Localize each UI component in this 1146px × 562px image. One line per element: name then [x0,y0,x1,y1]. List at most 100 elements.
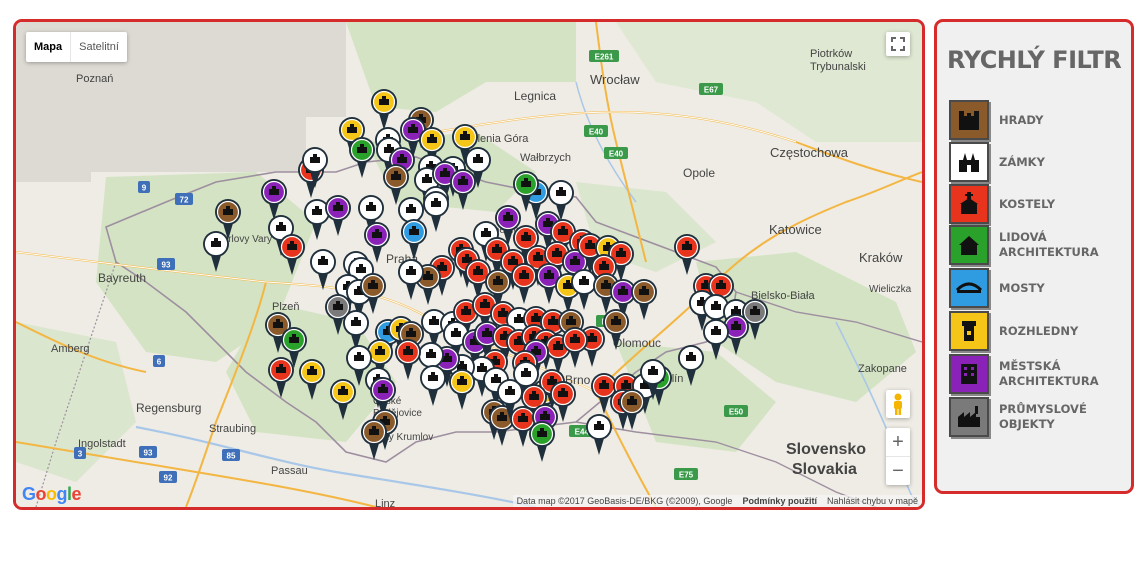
svg-text:85: 85 [227,452,236,461]
zoom-control: + − [886,428,910,485]
filter-label-line1: MĚSTSKÁ [999,359,1061,373]
svg-text:3: 3 [78,450,83,459]
filter-label-line1: ZÁMKY [999,154,1045,169]
place-label: Katowice [769,222,822,237]
filter-item-tower[interactable]: ROZHLEDNY [949,311,1078,351]
fullscreen-button[interactable] [886,32,910,56]
filter-label: PRŮMYSLOVÉ OBJEKTY [999,402,1087,432]
svg-text:E75: E75 [679,471,694,480]
svg-text:93: 93 [162,261,171,270]
street-view-pegman-button[interactable] [886,390,910,418]
place-label: Trybunalski [810,61,866,73]
quick-filter-panel: RYCHLÝ FILTR HRADY ZÁMKY KOSTELY LIDOVÁ ARCH… [934,19,1134,494]
road-shield: E75 [674,468,698,480]
filter-item-church[interactable]: KOSTELY [949,184,1055,224]
filter-label: HRADY [999,113,1043,128]
road-shield: 93 [139,446,157,458]
map-type-map-button[interactable]: Mapa [26,32,70,62]
castle-icon [949,100,989,140]
map-type-satellite-button[interactable]: Satelitní [70,32,127,62]
road-shield: 72 [175,193,193,205]
building-icon [949,354,989,394]
place-label: Legnica [514,89,556,103]
tower-icon [949,311,989,351]
road-shield: E67 [699,83,723,95]
filter-label: LIDOVÁ ARCHITEKTURA [999,230,1099,260]
pegman-icon [894,393,902,415]
filter-label: ZÁMKY [999,155,1045,170]
place-label: Bayreuth [98,271,146,285]
place-label: Straubing [209,423,256,435]
map-type-control: Mapa Satelitní [26,32,127,62]
place-label: Częstochowa [770,145,849,160]
place-label: Amberg [51,343,90,355]
church-icon [949,184,989,224]
chateau-icon [949,142,989,182]
road-shield: E40 [584,125,608,137]
svg-text:E261: E261 [595,53,614,62]
place-label: Opole [683,166,715,180]
filter-label-line1: KOSTELY [999,196,1056,211]
place-label: Linz [375,498,395,507]
report-error-link[interactable]: Nahlásit chybu v mapě [827,496,918,506]
basemap[interactable]: E261E67E40E40E462E50E75E4429729369392385… [16,22,922,507]
filter-label-line2: OBJEKTY [999,417,1055,431]
place-label: Wrocław [590,72,640,87]
place-label: Wieliczka [869,284,912,295]
filter-label-line2: ARCHITEKTURA [999,245,1099,259]
filter-label: MOSTY [999,281,1045,296]
place-label: Ingolstadt [78,438,126,450]
filter-label-line1: LIDOVÁ [999,230,1047,244]
filter-item-chateau[interactable]: ZÁMKY [949,142,1045,182]
road-shield: 85 [222,449,240,461]
filter-label: ROZHLEDNY [999,324,1078,339]
filter-label-line1: HRADY [999,112,1044,127]
filter-label-line1: ROZHLEDNY [999,323,1079,338]
svg-text:E40: E40 [609,150,624,159]
map-attribution: Data map ©2017 GeoBasis-DE/BKG (©2009), … [512,495,922,507]
svg-text:E40: E40 [589,128,604,137]
zoom-out-button[interactable]: − [886,456,910,485]
terms-link[interactable]: Podmínky použití [742,496,817,506]
place-label: Piotrków [810,48,852,60]
filter-label: KOSTELY [999,197,1055,212]
filter-label-line2: ARCHITEKTURA [999,374,1099,388]
filter-item-folk-house[interactable]: LIDOVÁ ARCHITEKTURA [949,225,1099,265]
svg-text:93: 93 [144,449,153,458]
place-label: Olomouc [613,336,661,350]
attribution-text: Data map ©2017 GeoBasis-DE/BKG (©2009), … [516,496,733,506]
filter-item-bridge[interactable]: MOSTY [949,268,1045,308]
road-shield: E261 [589,50,619,62]
place-label: Slovakia [792,461,857,478]
filter-label-line1: PRŮMYSLOVÉ [999,402,1087,416]
google-logo[interactable]: Google [22,484,82,505]
place-label: Slovensko [786,441,866,458]
road-shield: 92 [159,471,177,483]
road-shield: E40 [604,147,628,159]
filter-label: MĚSTSKÁ ARCHITEKTURA [999,359,1099,389]
svg-text:6: 6 [157,358,162,367]
filter-item-castle[interactable]: HRADY [949,100,1043,140]
bridge-icon [949,268,989,308]
svg-text:E67: E67 [704,86,719,95]
place-label: Wałbrzych [520,152,571,164]
place-label: Kraków [859,250,903,265]
filter-item-building[interactable]: MĚSTSKÁ ARCHITEKTURA [949,354,1099,394]
folk-house-icon [949,225,989,265]
place-label: Zakopane [858,363,907,375]
road-shield: 93 [157,258,175,270]
place-label: Bielsko-Biała [751,290,815,302]
svg-text:9: 9 [142,184,147,193]
road-shield: 6 [153,355,165,367]
factory-icon [949,397,989,437]
fullscreen-icon [891,37,905,51]
place-label: Plzeň [272,301,300,313]
filter-item-factory[interactable]: PRŮMYSLOVÉ OBJEKTY [949,397,1087,437]
svg-text:92: 92 [164,474,173,483]
road-shield: 9 [138,181,150,193]
svg-text:E50: E50 [729,408,744,417]
road-shield: E50 [724,405,748,417]
map-container[interactable]: E261E67E40E40E462E50E75E4429729369392385… [13,19,925,510]
zoom-in-button[interactable]: + [886,428,910,456]
place-label: Poznań [76,73,113,85]
